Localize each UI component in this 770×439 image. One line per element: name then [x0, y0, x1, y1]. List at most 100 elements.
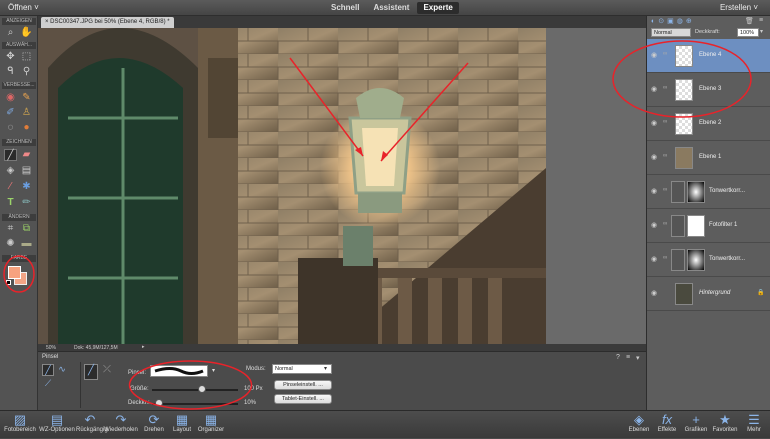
mode-expert[interactable]: Experte [417, 2, 459, 14]
link-icon[interactable]: ∞ [663, 221, 667, 227]
move-tool-icon[interactable]: ✥ [4, 51, 17, 63]
hand-tool-icon[interactable]: ✋ [20, 27, 33, 39]
layer-row[interactable]: ◉ ∞ Fotofilter 1 [647, 209, 770, 243]
layers-panel: ◐⊙▣◍⊕ 🗑 ≡ Normal Deckkraft: 100% ▾ ◉ ∞ Ebe… [612, 16, 770, 410]
annotation-ellipse-layers [612, 40, 752, 118]
spot-heal-icon[interactable]: ✎ [20, 92, 33, 104]
layer-mask-thumbnail [687, 249, 705, 271]
tablet-settings-button[interactable]: Tablet-Einstell. ... [274, 394, 332, 404]
marquee-tool-icon[interactable]: ⬚ [20, 51, 33, 63]
status-arrow-icon[interactable]: ▸ [142, 344, 145, 350]
airbrush-mode-icon[interactable]: ⤫ [100, 364, 114, 380]
layer-name: Tonwertkorr... [709, 256, 746, 262]
recompose-tool-icon[interactable]: ⧉ [20, 223, 33, 235]
photo-bin-button[interactable]: ▨ Fotobereich [2, 411, 38, 439]
open-menu[interactable]: Öffnen ˅ [8, 3, 39, 12]
layer-row[interactable]: ◉ ∞ Tonwertkorr... [647, 243, 770, 277]
mode-guided[interactable]: Assistent [367, 2, 415, 14]
favorites-button[interactable]: ★ Favoriten [710, 411, 740, 439]
tool-options-icon: ▤ [50, 412, 64, 427]
content-move-icon[interactable]: ✺ [4, 238, 17, 250]
link-icon[interactable]: ∞ [663, 187, 667, 193]
brush-mode-icon[interactable]: ╱ [84, 364, 98, 380]
layer-thumbnail [675, 147, 693, 169]
brush-variant-icon[interactable]: ╱ [42, 364, 54, 376]
type-tool-icon[interactable]: T [4, 197, 17, 209]
impressionist-brush-icon[interactable]: ∿ [56, 364, 68, 376]
layer-name: Hintergrund [699, 290, 731, 296]
tool-options-button[interactable]: ▤ WZ-Optionen [38, 411, 76, 439]
annotation-ellipse-options [128, 360, 253, 410]
options-title: Pinsel [42, 354, 59, 360]
shape-tool-icon[interactable]: ✱ [20, 181, 33, 193]
pencil-tool-icon[interactable]: ✏ [20, 197, 33, 209]
mode-select[interactable]: Normal [272, 364, 332, 374]
lock-icon: 🔒 [757, 290, 765, 296]
graphics-button[interactable]: + Grafiken [682, 411, 710, 439]
mode-quick[interactable]: Schnell [325, 2, 365, 14]
layer-opacity-field[interactable]: 100% [737, 28, 759, 37]
eyedropper-icon[interactable]: ⁄ [4, 181, 17, 193]
eye-icon[interactable]: ◉ [651, 221, 657, 229]
eye-icon[interactable]: ◉ [651, 289, 657, 297]
eye-icon[interactable]: ◉ [651, 119, 657, 127]
gradient-tool-icon[interactable]: ▤ [20, 165, 33, 177]
effects-button[interactable]: fx Effekte [654, 411, 680, 439]
eye-icon[interactable]: ◉ [651, 255, 657, 263]
levels-adjustment-icon [671, 181, 685, 203]
undo-label: Rückgängig [76, 427, 108, 433]
photo-canvas[interactable] [38, 28, 546, 344]
layer-opacity-chevron-icon[interactable]: ▾ [760, 28, 763, 35]
options-menu-icon[interactable]: ≡ [626, 354, 630, 361]
quick-select-icon[interactable]: ⚲ [20, 66, 33, 78]
help-icon[interactable]: ? [616, 354, 620, 361]
lasso-tool-icon[interactable]: ᑫ [4, 66, 17, 78]
color-replace-icon[interactable]: ⟋ [42, 378, 54, 390]
tool-options-bar: Pinsel ╱ ∿ ⟋ ╱ ⤫ Pinsel: ▾ Größe: 100 Px… [38, 351, 646, 410]
link-icon[interactable]: ∞ [663, 255, 667, 261]
zoom-tool-icon[interactable]: ⌕ [4, 27, 17, 39]
straighten-tool-icon[interactable]: ▬ [20, 238, 33, 250]
smart-brush-icon[interactable]: ✐ [4, 107, 17, 119]
panel-tool-icons[interactable]: ◐⊙▣◍⊕ [651, 17, 695, 25]
redo-button[interactable]: ↷ Wiederholen [104, 411, 138, 439]
layer-row[interactable]: ◉ Hintergrund 🔒 [647, 277, 770, 311]
collapse-icon[interactable]: ▾ [636, 354, 640, 362]
layout-button[interactable]: ▦ Layout [168, 411, 196, 439]
eraser-tool-icon[interactable]: ▰ [20, 149, 33, 161]
panel-menu-icon[interactable]: ≡ [759, 17, 763, 24]
rotate-button[interactable]: ⟳ Drehen [140, 411, 168, 439]
section-modify: ÄNDERN [2, 214, 36, 221]
eye-icon[interactable]: ◉ [651, 187, 657, 195]
trash-icon[interactable]: 🗑 [745, 17, 754, 25]
paint-bucket-icon[interactable]: ◈ [4, 165, 17, 177]
brush-settings-button[interactable]: Pinseleinstell. ... [274, 380, 332, 390]
crop-tool-icon[interactable]: ⌗ [4, 223, 17, 235]
link-icon[interactable]: ∞ [663, 153, 667, 159]
divider [80, 362, 81, 408]
document-tab[interactable]: × DSC00347.JPG bei 50% (Ebene 4, RGB/8) … [41, 17, 174, 28]
more-label: Mehr [747, 427, 761, 433]
layers-icon: ◈ [634, 412, 644, 427]
create-menu[interactable]: Erstellen ˅ [720, 3, 758, 12]
brush-tool-icon[interactable]: ╱ [4, 149, 17, 161]
section-select: AUSWÄH... [2, 42, 36, 49]
undo-button[interactable]: ↶ Rückgängig [76, 411, 108, 439]
mode-chevron-icon[interactable]: ▾ [324, 365, 327, 372]
layer-mask-thumbnail [687, 215, 705, 237]
status-bar: 50% Dok: 45,9M/127,5M ▸ [38, 344, 646, 351]
annotation-ellipse-colors [3, 255, 35, 293]
eye-icon[interactable]: ◉ [651, 153, 657, 161]
organizer-icon: ▦ [204, 412, 218, 427]
layer-row[interactable]: ◉ ∞ Ebene 1 [647, 141, 770, 175]
blur-tool-icon[interactable]: ◌ [4, 122, 17, 134]
more-button[interactable]: ☰ Mehr [742, 411, 766, 439]
blend-mode-select[interactable]: Normal [651, 28, 691, 37]
sponge-tool-icon[interactable]: ● [20, 122, 33, 134]
red-eye-icon[interactable]: ◉ [4, 92, 17, 104]
layer-row[interactable]: ◉ ∞ Tonwertkorr... [647, 175, 770, 209]
plus-icon: + [692, 412, 700, 427]
clone-stamp-icon[interactable]: ♙ [20, 107, 33, 119]
layers-button[interactable]: ◈ Ebenen [626, 411, 652, 439]
organizer-button[interactable]: ▦ Organizer [196, 411, 226, 439]
